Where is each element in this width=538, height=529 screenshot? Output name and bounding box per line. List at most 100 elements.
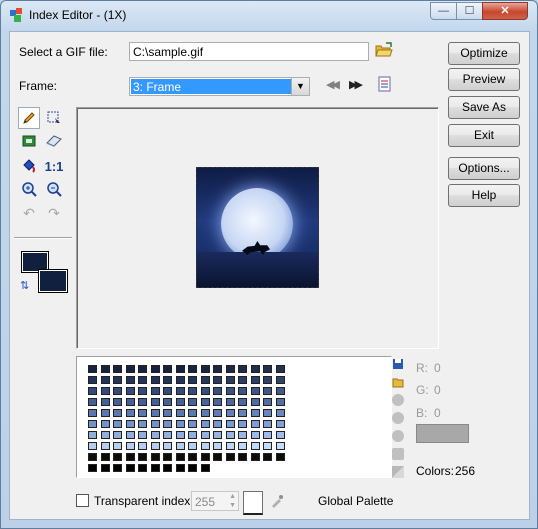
- spinner-arrows-icon[interactable]: ▲ ▼: [229, 492, 236, 510]
- palette-cell[interactable]: [163, 442, 172, 450]
- palette-cell[interactable]: [100, 409, 110, 417]
- palette-cell[interactable]: [113, 431, 122, 439]
- palette-cell[interactable]: [238, 409, 247, 417]
- fill-tool[interactable]: [18, 155, 40, 177]
- palette-cell[interactable]: [225, 453, 235, 461]
- palette-tool-icon-3[interactable]: [392, 430, 404, 442]
- palette-cell[interactable]: [163, 376, 172, 384]
- exit-button[interactable]: Exit: [448, 124, 520, 147]
- palette-cell[interactable]: [188, 442, 197, 450]
- palette-cell[interactable]: [125, 398, 135, 406]
- save-palette-icon[interactable]: [392, 358, 404, 370]
- palette-cell[interactable]: [150, 398, 160, 406]
- open-folder-icon[interactable]: [375, 42, 393, 58]
- palette-cell[interactable]: [188, 398, 197, 406]
- options-button[interactable]: Options...: [448, 157, 520, 180]
- palette-cell[interactable]: [250, 398, 260, 406]
- transparent-checkbox[interactable]: [76, 494, 89, 507]
- palette-cell[interactable]: [188, 409, 197, 417]
- palette-cell[interactable]: [250, 376, 260, 384]
- palette-tool-icon-4[interactable]: [392, 448, 404, 460]
- save-as-button[interactable]: Save As: [448, 96, 520, 119]
- palette-cell[interactable]: [88, 431, 97, 439]
- palette-cell[interactable]: [200, 453, 210, 461]
- palette-cell[interactable]: [238, 387, 247, 395]
- palette-cell[interactable]: [138, 442, 147, 450]
- palette-cell[interactable]: [213, 431, 222, 439]
- palette-cell[interactable]: [225, 365, 235, 373]
- palette-cell[interactable]: [200, 409, 210, 417]
- palette-cell[interactable]: [200, 442, 210, 450]
- palette-cell[interactable]: [150, 376, 160, 384]
- palette-cell[interactable]: [188, 431, 197, 439]
- palette-cell[interactable]: [238, 398, 247, 406]
- eraser-tool[interactable]: [43, 130, 65, 152]
- palette-cell[interactable]: [238, 453, 247, 461]
- palette-cell[interactable]: [100, 431, 110, 439]
- palette-cell[interactable]: [263, 442, 272, 450]
- palette-cell[interactable]: [175, 453, 185, 461]
- palette-cell[interactable]: [263, 387, 272, 395]
- palette-cell[interactable]: [213, 420, 222, 428]
- palette-cell[interactable]: [163, 409, 172, 417]
- palette-cell[interactable]: [138, 387, 147, 395]
- palette-cell[interactable]: [100, 464, 110, 472]
- palette-cell[interactable]: [275, 420, 285, 428]
- palette-cell[interactable]: [238, 365, 247, 373]
- palette-cell[interactable]: [200, 431, 210, 439]
- image-canvas[interactable]: [76, 107, 439, 349]
- palette-cell[interactable]: [275, 398, 285, 406]
- maximize-button[interactable]: ☐: [456, 2, 483, 20]
- palette-cell[interactable]: [238, 431, 247, 439]
- palette-cell[interactable]: [150, 442, 160, 450]
- palette-cell[interactable]: [213, 409, 222, 417]
- palette-cell[interactable]: [150, 420, 160, 428]
- background-color-swatch[interactable]: [38, 269, 68, 293]
- palette-cell[interactable]: [175, 376, 185, 384]
- palette-cell[interactable]: [188, 387, 197, 395]
- palette-cell[interactable]: [125, 365, 135, 373]
- palette-cell[interactable]: [113, 464, 122, 472]
- palette-cell[interactable]: [88, 409, 97, 417]
- palette-cell[interactable]: [275, 409, 285, 417]
- palette-cell[interactable]: [238, 420, 247, 428]
- frame-select[interactable]: 3: Frame ▼: [129, 77, 310, 96]
- palette-cell[interactable]: [275, 387, 285, 395]
- load-palette-icon[interactable]: [392, 376, 404, 388]
- palette-cell[interactable]: [238, 376, 247, 384]
- palette-cell[interactable]: [175, 409, 185, 417]
- palette-cell[interactable]: [275, 453, 285, 461]
- palette-cell[interactable]: [275, 376, 285, 384]
- palette-cell[interactable]: [88, 365, 97, 373]
- swap-colors-icon[interactable]: ⇅: [20, 279, 29, 292]
- palette-tool-icon-2[interactable]: [392, 412, 404, 424]
- palette-cell[interactable]: [163, 398, 172, 406]
- palette-cell[interactable]: [138, 464, 147, 472]
- palette-cell[interactable]: [150, 409, 160, 417]
- palette-cell[interactable]: [263, 365, 272, 373]
- palette-cell[interactable]: [225, 409, 235, 417]
- palette-cell[interactable]: [163, 431, 172, 439]
- palette-cell[interactable]: [125, 376, 135, 384]
- palette-cell[interactable]: [150, 453, 160, 461]
- palette-cell[interactable]: [100, 420, 110, 428]
- palette-cell[interactable]: [213, 376, 222, 384]
- palette-cell[interactable]: [163, 453, 172, 461]
- palette-tool-icon-1[interactable]: [392, 394, 404, 406]
- palette-cell[interactable]: [88, 376, 97, 384]
- palette-cell[interactable]: [150, 365, 160, 373]
- palette-cell[interactable]: [125, 464, 135, 472]
- palette-cell[interactable]: [250, 453, 260, 461]
- palette-cell[interactable]: [175, 431, 185, 439]
- palette-cell[interactable]: [188, 365, 197, 373]
- palette-cell[interactable]: [150, 387, 160, 395]
- palette-cell[interactable]: [163, 387, 172, 395]
- help-button[interactable]: Help: [448, 184, 520, 207]
- palette-cell[interactable]: [263, 453, 272, 461]
- palette-cell[interactable]: [263, 376, 272, 384]
- chevron-down-icon[interactable]: ▼: [291, 78, 309, 95]
- selection-tool[interactable]: [43, 107, 65, 129]
- palette-cell[interactable]: [100, 442, 110, 450]
- palette-cell[interactable]: [263, 420, 272, 428]
- palette-cell[interactable]: [88, 464, 97, 472]
